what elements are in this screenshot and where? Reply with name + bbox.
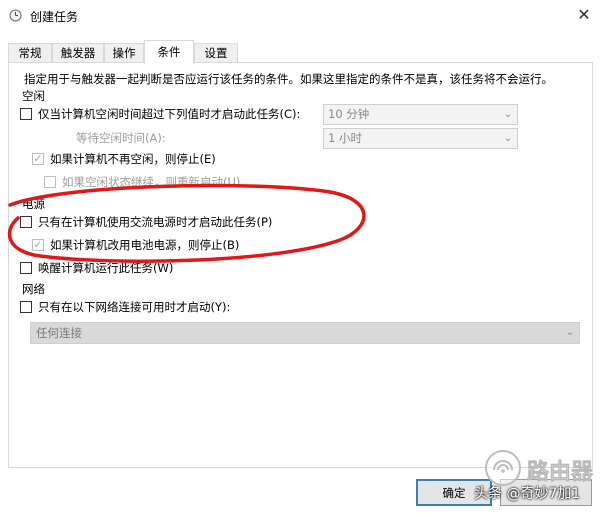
tab-conditions[interactable]: 条件 [144,40,194,64]
watermark-author: 头条 @奇妙7加1 [474,486,581,502]
stop-on-battery-label: 如果计算机改用电池电源，则停止(B) [50,238,240,252]
wake-computer-label: 唤醒计算机运行此任务(W) [38,261,174,275]
watermark-brand: 路由器 [527,460,594,486]
section-network-label: 网络 [22,282,45,296]
close-icon[interactable]: ✕ [572,4,596,26]
wait-idle-label: 等待空闲时间(A): [76,131,166,145]
tab-triggers[interactable]: 触发器 [52,43,104,62]
chevron-down-icon: ⌄ [503,133,513,144]
wake-computer-checkbox[interactable] [20,262,32,274]
tab-settings[interactable]: 设置 [194,43,238,62]
section-idle-label: 空闲 [22,89,45,103]
wait-idle-value: 1 小时 [328,131,362,145]
window-title: 创建任务 [30,10,79,24]
chevron-down-icon: ⌄ [565,327,575,338]
check-icon: ✓ [33,152,43,165]
tab-actions[interactable]: 操作 [104,43,144,62]
stop-if-not-idle-label: 如果计算机不再空闲，则停止(E) [50,152,216,166]
task-scheduler-icon [9,9,22,22]
start-if-idle-checkbox[interactable] [20,108,32,120]
chevron-down-icon: ⌄ [503,109,513,120]
network-only-checkbox[interactable] [20,301,32,313]
check-icon: ✓ [33,238,43,251]
restart-if-idle-checkbox[interactable] [44,176,56,188]
conditions-intro: 指定用于与触发器一起判断是否应运行该任务的条件。如果这里指定的条件不是真，该任务… [24,72,553,86]
ac-power-only-label: 只有在计算机使用交流电源时才启动此任务(P) [38,215,273,229]
idle-duration-combo[interactable]: 10 分钟 ⌄ [323,104,518,125]
network-connection-value: 任何连接 [36,326,82,340]
start-if-idle-label: 仅当计算机空闲时间超过下列值时才启动此任务(C): [38,107,301,121]
wait-idle-combo[interactable]: 1 小时 ⌄ [323,128,518,149]
idle-duration-value: 10 分钟 [328,107,370,121]
tab-general[interactable]: 常规 [8,43,52,62]
tab-strip: 常规 触发器 操作 条件 设置 [8,40,594,64]
title-bar: 创建任务 ✕ [0,0,600,31]
section-power-label: 电源 [22,197,45,211]
network-connection-combo[interactable]: 任何连接 ⌄ [30,322,580,344]
restart-if-idle-label: 如果空闲状态继续，则重新启动(U) [62,175,241,189]
network-only-label: 只有在以下网络连接可用时才启动(Y): [38,300,231,314]
ac-power-only-checkbox[interactable] [20,216,32,228]
router-watermark-icon [485,450,521,486]
